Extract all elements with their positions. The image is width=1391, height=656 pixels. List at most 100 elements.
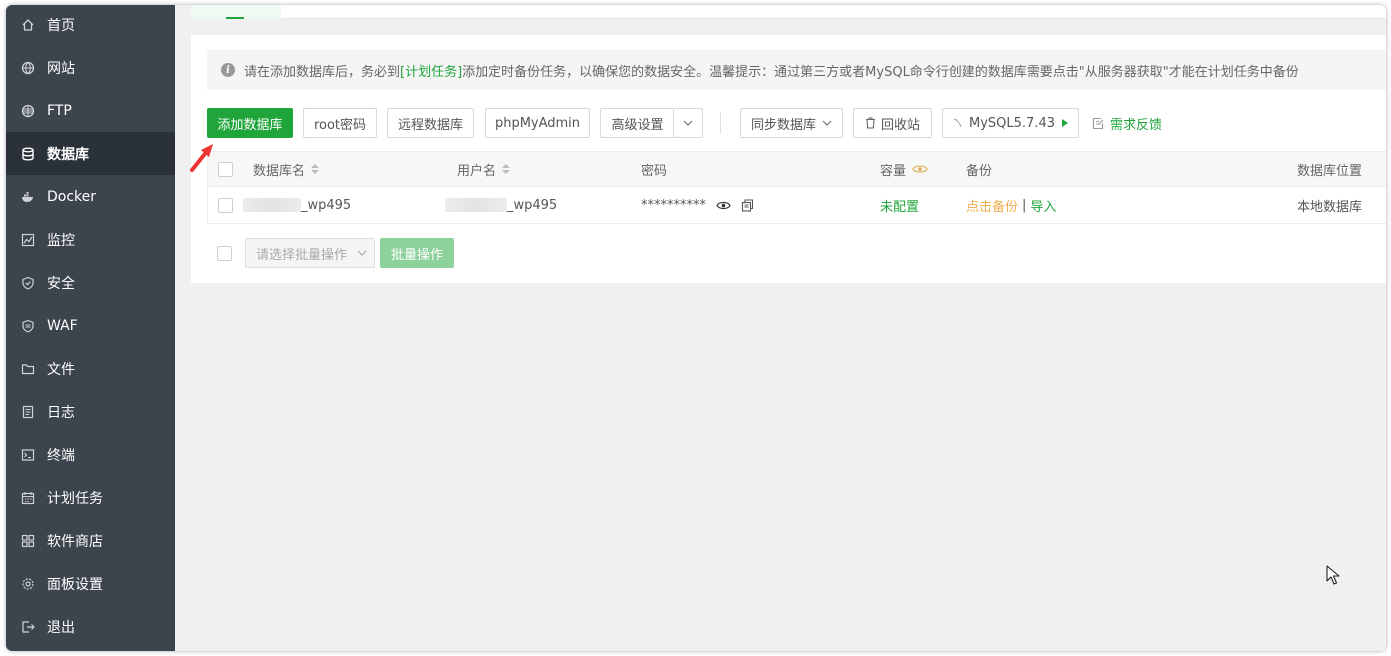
sidebar-item-security[interactable]: 安全 [6,261,175,304]
sidebar-item-logs[interactable]: 日志 [6,390,175,433]
sidebar-item-label: 退出 [47,619,75,636]
sync-database-label: 同步数据库 [750,117,816,133]
sidebar-item-files[interactable]: 文件 [6,347,175,390]
sidebar-item-label: 安全 [47,275,75,292]
phpmyadmin-button[interactable]: phpMyAdmin [485,108,590,138]
import-link[interactable]: 导入 [1030,196,1056,215]
sort-icon [502,164,511,174]
batch-checkbox[interactable] [217,238,232,268]
tab-active[interactable] [191,5,281,19]
sidebar-item-website[interactable]: 网站 [6,46,175,89]
sidebar-item-ftp[interactable]: FTP [6,89,175,132]
row-password-mask: ********** [641,197,706,213]
main-content: i 请在添加数据库后，务必到 [计划任务] 添加定时备份任务，以确保您的数据安全。温… [175,5,1386,651]
batch-operation-select[interactable]: 请选择批量操作 [245,238,375,268]
red-arrow-annotation-icon [190,144,213,172]
mouse-cursor-icon [1326,565,1340,585]
sidebar-item-label: 数据库 [47,146,89,163]
row-password: ********** [641,187,754,223]
row-db-name[interactable]: _wp495 [243,187,351,223]
folder-icon [21,362,35,376]
backup-link[interactable]: 点击备份 [966,196,1018,215]
sidebar-item-label: Docker [47,188,97,205]
recycle-bin-button[interactable]: 回收站 [853,108,932,138]
sidebar-item-label: 计划任务 [47,490,103,507]
header-location: 数据库位置 [1297,163,1363,179]
advanced-settings-button[interactable]: 高级设置 [600,108,674,138]
notice-text-before: 请在添加数据库后，务必到 [244,64,401,80]
terminal-icon [21,448,35,462]
feedback-edit-icon [1092,117,1104,129]
eye-icon[interactable] [716,200,731,211]
header-backup: 备份 [966,163,993,179]
header-db-name-label: 数据库名 [253,163,306,179]
sidebar-item-label: 软件商店 [47,533,103,550]
batch-select-placeholder: 请选择批量操作 [256,247,348,263]
root-password-button[interactable]: root密码 [303,108,377,138]
sync-database-button[interactable]: 同步数据库 [740,108,843,138]
monitor-chart-icon [21,233,35,247]
database-panel: i 请在添加数据库后，务必到 [计划任务] 添加定时备份任务，以确保您的数据安全。温… [191,35,1386,283]
copy-icon[interactable] [741,198,754,212]
add-database-button[interactable]: 添加数据库 [207,108,293,138]
sidebar-item-waf[interactable]: WAF [6,304,175,347]
gear-icon [21,577,35,591]
info-icon: i [221,63,235,77]
tab-bar [191,5,1386,19]
feedback-label: 需求反馈 [1110,117,1163,133]
mysql-version-label: MySQL5.7.43 [969,115,1055,131]
sidebar-item-home[interactable]: 首页 [6,5,175,46]
mysql-version-button[interactable]: MySQL5.7.43 [942,108,1079,138]
sidebar-item-terminal[interactable]: 终端 [6,433,175,476]
ftp-globe-icon [21,104,35,118]
backup-separator: | [1022,197,1027,213]
logout-icon [21,620,35,634]
chevron-down-icon [822,120,832,126]
database-icon [21,147,35,161]
select-all-checkbox[interactable] [218,152,233,186]
remote-database-button[interactable]: 远程数据库 [387,108,474,138]
row-username-suffix: _wp495 [507,197,558,213]
batch-operation-button[interactable]: 批量操作 [380,238,454,268]
sidebar-item-database[interactable]: 数据库 [6,132,175,175]
trash-icon [865,117,875,129]
calendar-icon [21,491,35,505]
sidebar-item-label: 监控 [47,232,75,249]
sidebar-item-label: FTP [47,102,72,119]
sidebar-item-label: 文件 [47,361,75,378]
redacted-block [445,198,507,212]
sidebar-item-label: 面板设置 [47,576,103,593]
recycle-bin-label: 回收站 [880,117,920,133]
sidebar-item-logout[interactable]: 退出 [6,605,175,648]
header-username[interactable]: 用户名 [457,152,511,186]
play-icon [1062,119,1068,127]
apps-grid-icon [21,534,35,548]
feedback-link[interactable]: 需求反馈 [1092,108,1162,138]
app-window: 首页 网站 FTP 数据库 Docker 监控 安全 WAF 文件 日志 终端 … [6,5,1386,651]
toolbar: 添加数据库 root密码 远程数据库 phpMyAdmin 高级设置 同步数据库… [207,108,1386,138]
table-header: 数据库名 用户名 密码 容量 备份 数据库位置 [207,151,1386,187]
notice-banner: i 请在添加数据库后，务必到 [计划任务] 添加定时备份任务，以确保您的数据安全。温… [207,50,1386,90]
sidebar-item-monitor[interactable]: 监控 [6,218,175,261]
row-checkbox[interactable] [218,187,233,223]
sidebar-item-label: 首页 [47,17,75,34]
row-backup: 点击备份 | 导入 [966,187,1056,223]
toolbar-divider [720,112,721,134]
header-db-name[interactable]: 数据库名 [253,152,320,186]
sidebar-item-docker[interactable]: Docker [6,175,175,218]
waf-shield-icon [21,319,35,333]
sidebar-item-store[interactable]: 软件商店 [6,519,175,562]
sidebar-item-cron[interactable]: 计划任务 [6,476,175,519]
advanced-dropdown-button[interactable] [673,108,703,138]
row-username: _wp495 [445,187,557,223]
cron-task-link[interactable]: [计划任务] [400,61,462,80]
header-password: 密码 [641,163,668,179]
header-username-label: 用户名 [457,163,497,179]
sidebar-item-settings[interactable]: 面板设置 [6,562,175,605]
vip-eye-icon [912,165,928,173]
row-capacity[interactable]: 未配置 [880,187,919,223]
chevron-down-icon [683,120,693,126]
home-icon [21,18,35,32]
log-icon [21,405,35,419]
sort-icon [311,164,320,174]
